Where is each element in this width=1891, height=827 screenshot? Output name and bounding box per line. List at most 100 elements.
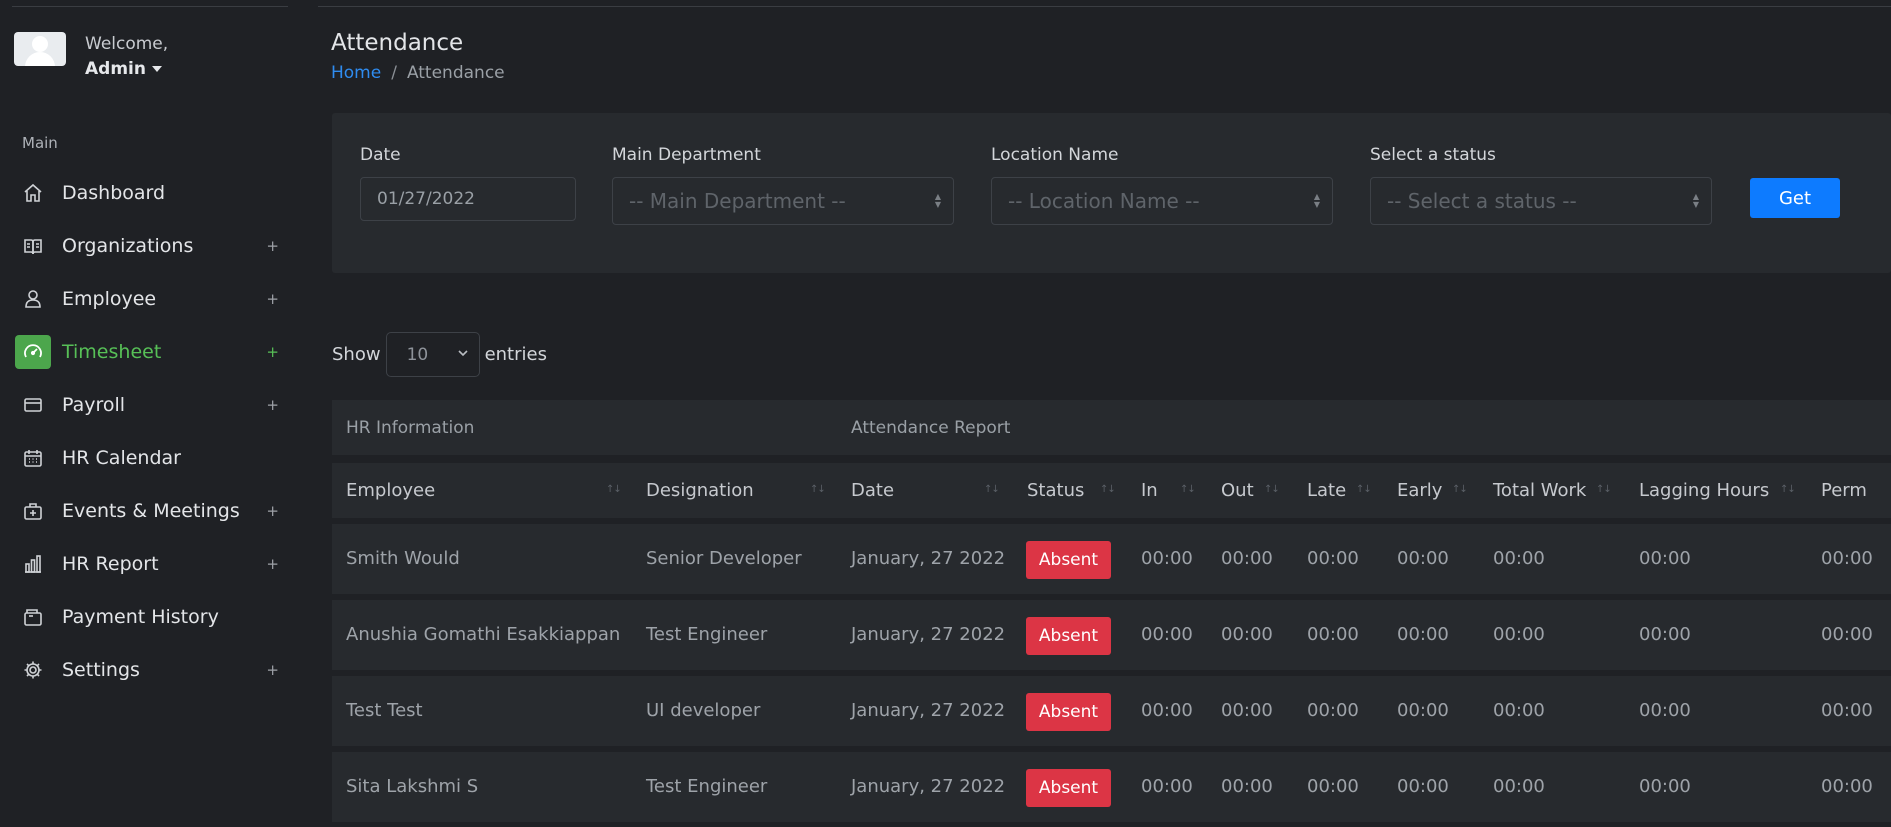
sort-icon[interactable]: ↑↓ bbox=[1100, 484, 1116, 495]
cell-out: 00:00 bbox=[1221, 548, 1273, 569]
filter-card: Date 01/27/2022 Main Department -- Main … bbox=[332, 113, 1891, 273]
date-input[interactable]: 01/27/2022 bbox=[360, 177, 576, 221]
department-select[interactable]: -- Main Department -- ▲ ▼ bbox=[612, 177, 954, 225]
sort-icon[interactable]: ↑↓ bbox=[606, 484, 622, 495]
sort-icon[interactable]: ↑↓ bbox=[1452, 484, 1468, 495]
column-header-perm[interactable]: Perm bbox=[1821, 480, 1867, 501]
location-select[interactable]: -- Location Name -- ▲ ▼ bbox=[991, 177, 1333, 225]
cell-out: 00:00 bbox=[1221, 624, 1273, 645]
status-badge: Absent bbox=[1026, 769, 1111, 807]
status-filter: Select a status -- Select a status -- ▲ ▼ bbox=[1370, 145, 1712, 225]
entries-value: 10 bbox=[406, 344, 429, 365]
sidebar-item-hr-report[interactable]: HR Report + bbox=[0, 537, 301, 590]
select-arrows-icon: ▲ ▼ bbox=[1692, 192, 1699, 209]
cell-total-work: 00:00 bbox=[1493, 548, 1545, 569]
table-row: Smith Would Senior Developer January, 27… bbox=[332, 524, 1891, 594]
table-row: Anushia Gomathi Esakkiappan Test Enginee… bbox=[332, 600, 1891, 670]
sort-icon[interactable]: ↑↓ bbox=[1264, 484, 1280, 495]
column-header-late[interactable]: Late bbox=[1307, 480, 1346, 501]
column-header-date[interactable]: Date bbox=[851, 480, 894, 501]
sort-icon[interactable]: ↑↓ bbox=[1596, 484, 1612, 495]
sidebar-item-label: Payroll bbox=[62, 393, 126, 416]
date-filter: Date 01/27/2022 bbox=[360, 145, 576, 221]
status-badge: Absent bbox=[1026, 541, 1111, 579]
chevron-down-icon bbox=[457, 347, 469, 359]
column-header-status[interactable]: Status bbox=[1027, 480, 1084, 501]
cell-designation: Test Engineer bbox=[646, 624, 768, 645]
column-header-lagging-hours[interactable]: Lagging Hours bbox=[1639, 480, 1769, 501]
cell-employee: Anushia Gomathi Esakkiappan bbox=[346, 624, 621, 645]
user-panel: Welcome, Admin bbox=[14, 32, 168, 81]
sidebar-item-label: Payment History bbox=[62, 605, 219, 628]
expand-plus-icon[interactable]: + bbox=[266, 661, 279, 679]
welcome-text: Welcome, bbox=[85, 34, 169, 54]
status-placeholder: -- Select a status -- bbox=[1387, 189, 1577, 213]
cell-out: 00:00 bbox=[1221, 700, 1273, 721]
status-badge: Absent bbox=[1026, 617, 1111, 655]
sidebar-item-label: Settings bbox=[62, 658, 140, 681]
avatar[interactable] bbox=[14, 32, 66, 66]
sidebar-item-settings[interactable]: Settings + bbox=[0, 643, 301, 696]
sidebar-item-label: Timesheet bbox=[62, 340, 162, 363]
column-header-early[interactable]: Early bbox=[1397, 480, 1442, 501]
cell-late: 00:00 bbox=[1307, 776, 1359, 797]
sidebar-item-dashboard[interactable]: Dashboard bbox=[0, 166, 301, 219]
user-menu-toggle[interactable]: Admin bbox=[85, 57, 168, 81]
sort-icon[interactable]: ↑↓ bbox=[1356, 484, 1372, 495]
get-button[interactable]: Get bbox=[1750, 178, 1840, 218]
credit-card-icon bbox=[22, 394, 44, 416]
bar-chart-icon bbox=[22, 553, 44, 575]
cell-total-work: 00:00 bbox=[1493, 700, 1545, 721]
expand-plus-icon[interactable]: + bbox=[266, 502, 279, 520]
cell-in: 00:00 bbox=[1141, 548, 1193, 569]
sidebar-item-timesheet[interactable]: Timesheet + bbox=[0, 325, 301, 378]
location-filter: Location Name -- Location Name -- ▲ ▼ bbox=[991, 145, 1333, 225]
sort-icon[interactable]: ↑↓ bbox=[984, 484, 1000, 495]
expand-plus-icon[interactable]: + bbox=[266, 290, 279, 308]
breadcrumb-separator: / bbox=[391, 63, 397, 83]
sidebar-item-events-meetings[interactable]: Events & Meetings + bbox=[0, 484, 301, 537]
divider bbox=[12, 6, 288, 7]
table-header: Employee ↑↓ Designation ↑↓ Date ↑↓ Statu… bbox=[332, 463, 1891, 518]
sort-icon[interactable]: ↑↓ bbox=[810, 484, 826, 495]
cell-perm: 00:00 bbox=[1821, 776, 1873, 797]
cell-in: 00:00 bbox=[1141, 700, 1193, 721]
caret-down-icon bbox=[151, 66, 162, 72]
sidebar-nav: Dashboard Organizations + Employee + Tim… bbox=[0, 166, 301, 696]
date-label: Date bbox=[360, 145, 401, 165]
column-header-employee[interactable]: Employee bbox=[346, 480, 435, 501]
breadcrumb-home-link[interactable]: Home bbox=[331, 63, 381, 83]
sidebar-item-label: Dashboard bbox=[62, 181, 166, 204]
breadcrumb-current: Attendance bbox=[406, 63, 505, 83]
cell-date: January, 27 2022 bbox=[851, 624, 1006, 645]
expand-plus-icon[interactable]: + bbox=[266, 237, 279, 255]
column-header-total-work[interactable]: Total Work bbox=[1493, 480, 1586, 501]
location-placeholder: -- Location Name -- bbox=[1008, 189, 1200, 213]
column-header-in[interactable]: In bbox=[1141, 480, 1158, 501]
department-label: Main Department bbox=[612, 145, 761, 165]
expand-plus-icon[interactable]: + bbox=[266, 396, 279, 414]
status-select[interactable]: -- Select a status -- ▲ ▼ bbox=[1370, 177, 1712, 225]
sidebar-item-payment-history[interactable]: Payment History bbox=[0, 590, 301, 643]
sidebar-item-payroll[interactable]: Payroll + bbox=[0, 378, 301, 431]
cell-in: 00:00 bbox=[1141, 624, 1193, 645]
nav-section-label: Main bbox=[22, 134, 58, 152]
length-menu: Show 10 entries bbox=[332, 332, 547, 377]
column-header-out[interactable]: Out bbox=[1221, 480, 1254, 501]
sidebar-item-organizations[interactable]: Organizations + bbox=[0, 219, 301, 272]
sidebar-item-employee[interactable]: Employee + bbox=[0, 272, 301, 325]
entries-select[interactable]: 10 bbox=[385, 332, 480, 377]
cell-lagging-hours: 00:00 bbox=[1639, 624, 1691, 645]
sort-icon[interactable]: ↑↓ bbox=[1180, 484, 1196, 495]
cell-in: 00:00 bbox=[1141, 776, 1193, 797]
column-header-designation[interactable]: Designation bbox=[646, 480, 754, 501]
cell-employee: Smith Would bbox=[346, 548, 460, 569]
location-label: Location Name bbox=[991, 145, 1119, 165]
sidebar-item-hr-calendar[interactable]: HR Calendar bbox=[0, 431, 301, 484]
expand-plus-icon[interactable]: + bbox=[266, 555, 279, 573]
cell-early: 00:00 bbox=[1397, 776, 1449, 797]
expand-plus-icon[interactable]: + bbox=[266, 343, 279, 361]
main-content: Attendance Home / Attendance Date 01/27/20… bbox=[318, 0, 1891, 827]
sort-icon[interactable]: ↑↓ bbox=[1780, 484, 1796, 495]
cell-perm: 00:00 bbox=[1821, 624, 1873, 645]
